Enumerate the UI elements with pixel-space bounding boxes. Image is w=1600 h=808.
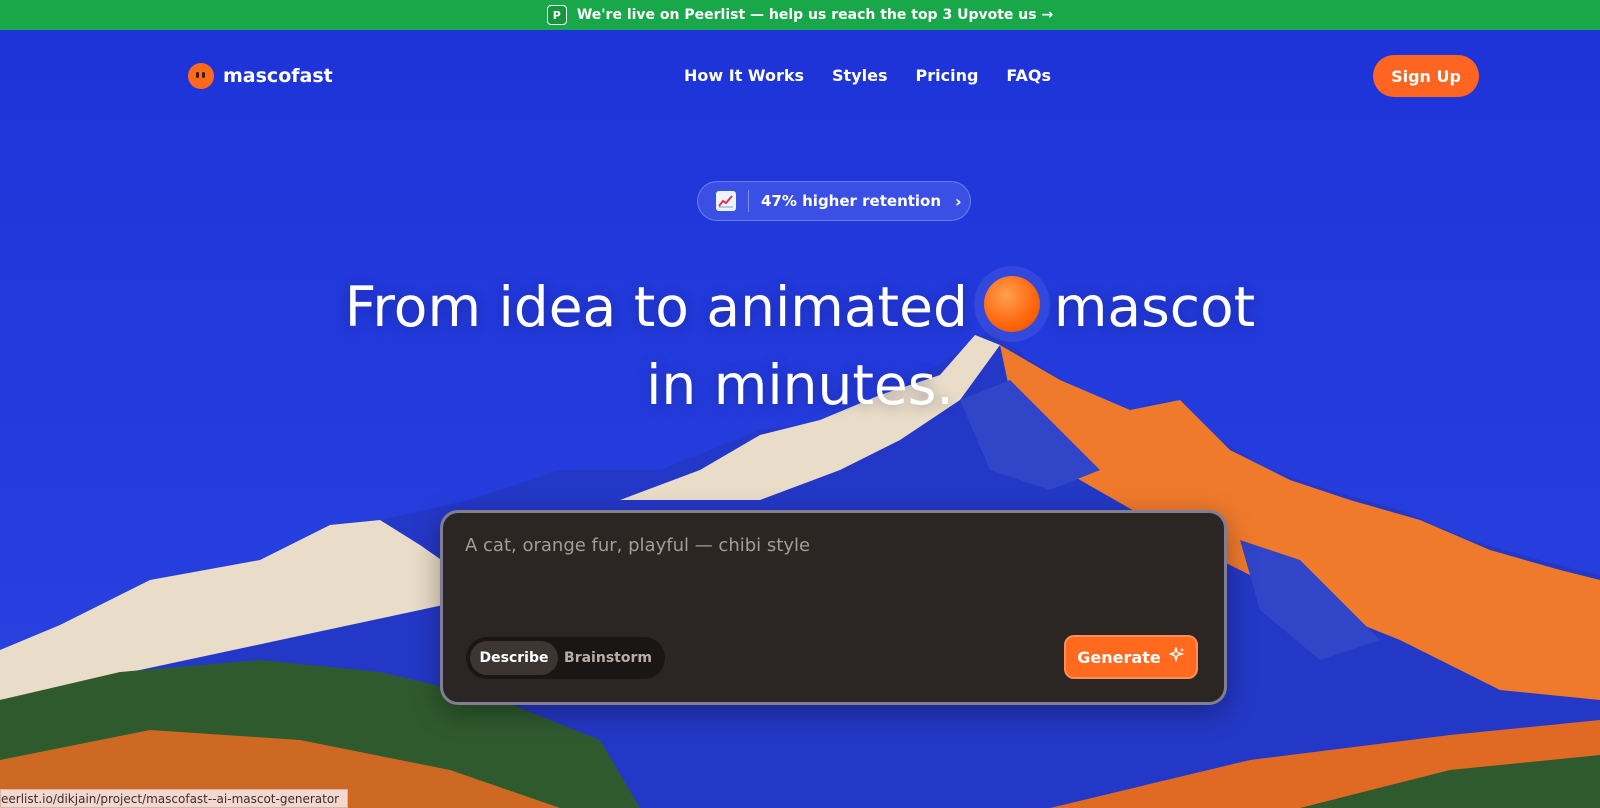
headline-line-1: From idea to animated mascot (0, 268, 1600, 346)
nav-link-how-it-works[interactable]: How It Works (684, 66, 804, 85)
prompt-input[interactable] (465, 535, 1205, 556)
logo[interactable]: mascofast (188, 63, 333, 89)
pill-divider (748, 190, 749, 212)
generate-button[interactable]: Generate (1064, 635, 1198, 679)
chevron-right-icon: › (955, 191, 962, 211)
prompt-composer: Describe Brainstorm Generate (440, 510, 1227, 705)
nav-links: How It Works Styles Pricing FAQs (684, 66, 1051, 85)
logo-mascot-icon (188, 63, 214, 89)
nav-link-faqs[interactable]: FAQs (1006, 66, 1051, 85)
pill-text: 47% higher retention (761, 192, 942, 210)
landing-page: P We're live on Peerlist — help us reach… (0, 0, 1600, 808)
brainstorm-mode-button[interactable]: Brainstorm (558, 641, 658, 675)
announcement-bar[interactable]: P We're live on Peerlist — help us reach… (0, 0, 1600, 30)
sign-up-button[interactable]: Sign Up (1373, 55, 1479, 97)
mode-toggle: Describe Brainstorm (466, 637, 665, 679)
top-nav: mascofast How It Works Styles Pricing FA… (0, 54, 1600, 98)
headline-text-start: From idea to animated (344, 275, 968, 339)
hero-headline: From idea to animated mascot in minutes. (0, 268, 1600, 424)
retention-pill[interactable]: 47% higher retention › (697, 181, 971, 221)
describe-mode-button[interactable]: Describe (470, 641, 558, 675)
headline-text-end: mascot (1053, 275, 1256, 339)
logo-text: mascofast (223, 65, 333, 87)
announcement-text[interactable]: We're live on Peerlist — help us reach t… (577, 7, 1053, 23)
link-status-bar: eerlist.io/dikjain/project/mascofast--ai… (0, 789, 349, 808)
chart-increasing-icon (716, 191, 736, 211)
headline-line-2: in minutes. (646, 353, 954, 417)
generate-label: Generate (1077, 647, 1161, 667)
mascot-orb-icon (983, 276, 1040, 332)
nav-link-styles[interactable]: Styles (832, 66, 887, 85)
sparkle-icon (1167, 645, 1185, 667)
peerlist-icon: P (546, 5, 567, 25)
nav-link-pricing[interactable]: Pricing (916, 66, 979, 85)
